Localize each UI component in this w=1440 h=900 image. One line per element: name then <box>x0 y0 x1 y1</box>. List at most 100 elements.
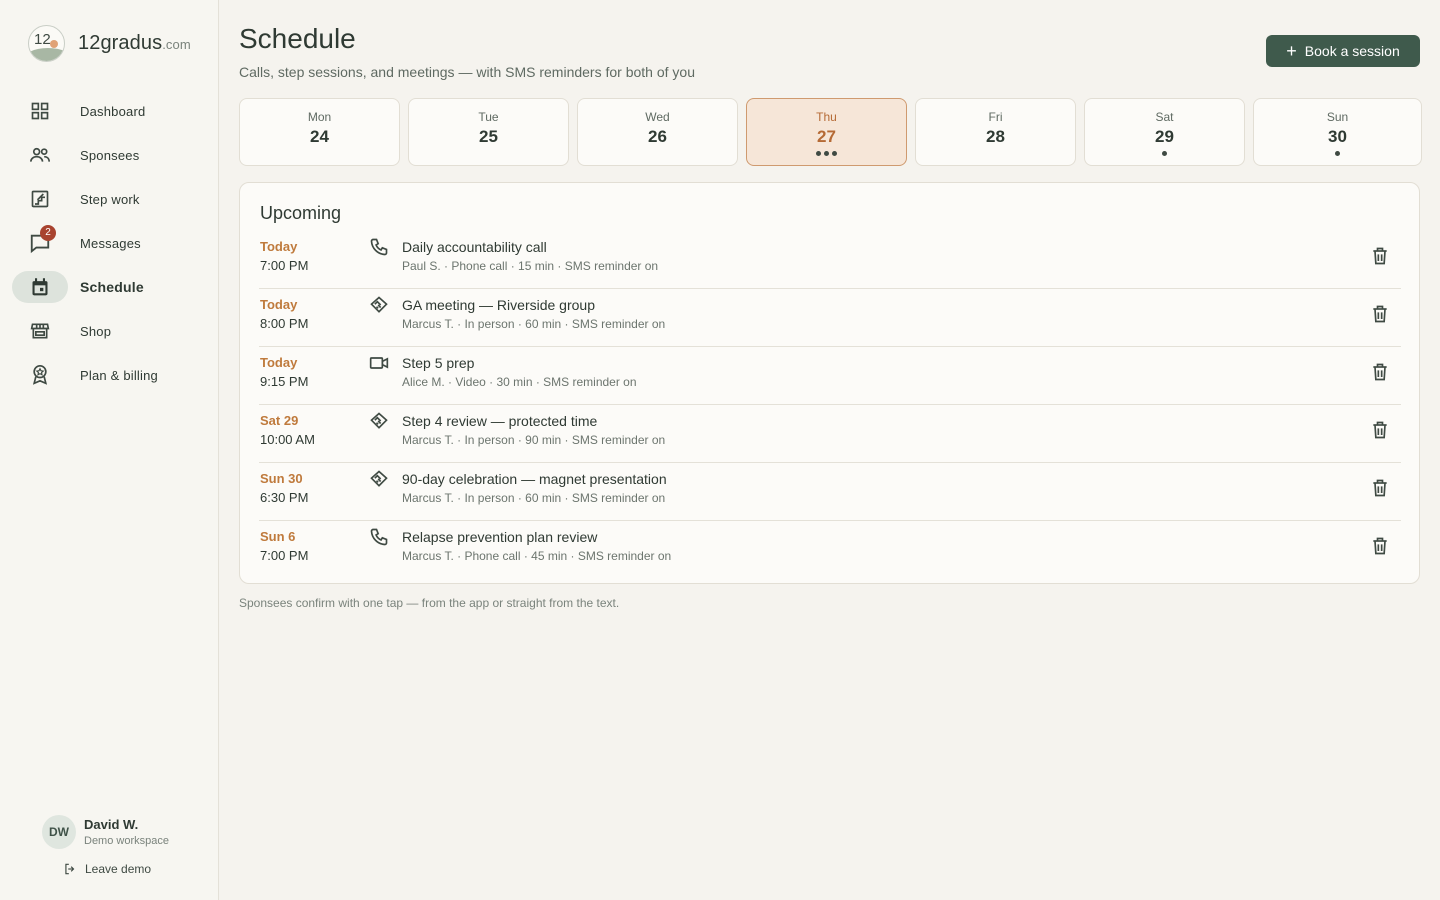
session-meta: Marcus T. · Phone call · 45 min · SMS re… <box>402 549 672 563</box>
day-thu[interactable]: Thu 27 <box>746 98 907 166</box>
trash-icon[interactable] <box>1370 478 1390 498</box>
session-time: 9:15 PM <box>260 374 309 389</box>
sidebar-item-messages[interactable]: 2 Messages <box>12 225 208 259</box>
trash-icon[interactable] <box>1370 304 1390 324</box>
award-icon <box>12 359 68 391</box>
event-dots <box>747 151 906 156</box>
calendar-icon <box>12 271 68 303</box>
session-meta: Alice M. · Video · 30 min · SMS reminder… <box>402 375 637 389</box>
session-day: Today <box>260 297 298 312</box>
sidebar-item-dashboard[interactable]: Dashboard <box>12 95 208 127</box>
session-row[interactable]: Today 7:00 PM Daily accountability call Pau… <box>259 231 1401 289</box>
day-fri[interactable]: Fri 28 <box>915 98 1076 166</box>
session-day: Today <box>260 239 298 254</box>
session-title: Daily accountability call <box>402 239 547 255</box>
sidebar-item-plan-billing[interactable]: Plan & billing <box>12 359 208 391</box>
logo-mark: 12 <box>28 25 65 62</box>
page-subtitle: Calls, step sessions, and meetings — wit… <box>239 64 695 80</box>
logout-icon <box>65 863 75 875</box>
stairs-icon <box>12 183 68 215</box>
event-dot <box>832 151 837 156</box>
sidebar-item-label: Schedule <box>80 279 144 295</box>
session-row[interactable]: Sun 6 7:00 PM Relapse prevention plan revi… <box>259 521 1401 579</box>
handshake-icon <box>369 295 389 315</box>
day-name: Tue <box>478 110 499 124</box>
event-dots <box>1254 151 1421 156</box>
upcoming-list: Today 7:00 PM Daily accountability call Pau… <box>259 231 1401 579</box>
trash-icon[interactable] <box>1370 420 1390 440</box>
chat-icon: 2 <box>12 225 68 259</box>
book-session-button[interactable]: + Book a session <box>1266 35 1420 67</box>
day-tue[interactable]: Tue 25 <box>408 98 569 166</box>
trash-icon[interactable] <box>1370 362 1390 382</box>
day-mon[interactable]: Mon 24 <box>239 98 400 166</box>
user-name: David W. <box>84 817 139 832</box>
event-dot <box>1162 151 1167 156</box>
sidebar-item-schedule[interactable]: Schedule <box>12 271 208 303</box>
week-day-strip: Mon 24 Tue 25 Wed 26 Thu 27 Fri 28 Sat 29 Sun 30 <box>239 98 1422 166</box>
sidebar-item-sponsees[interactable]: Sponsees <box>12 139 208 171</box>
session-row[interactable]: Sat 29 10:00 AM Step 4 review — protected … <box>259 405 1401 463</box>
session-day: Today <box>260 355 298 370</box>
session-title: 90-day celebration — magnet presentation <box>402 471 667 487</box>
plus-icon: + <box>1286 41 1297 61</box>
logo-number: 12 <box>34 31 51 48</box>
session-time: 8:00 PM <box>260 316 309 331</box>
upcoming-title: Upcoming <box>260 203 342 223</box>
sidebar-item-label: Sponsees <box>80 147 140 163</box>
session-day: Sat 29 <box>260 413 299 428</box>
session-title: Step 4 review — protected time <box>402 413 598 429</box>
event-dot <box>824 151 829 156</box>
phone-icon <box>369 237 389 257</box>
leave-demo-label: Leave demo <box>85 862 152 876</box>
people-icon <box>12 139 68 171</box>
sidebar-item-shop[interactable]: Shop <box>12 315 208 347</box>
sidebar-item-step-work[interactable]: Step work <box>12 183 208 215</box>
event-dots <box>1085 151 1244 156</box>
sidebar-item-label: Step work <box>80 191 140 207</box>
upcoming-card: Upcoming Today 7:00 PM Daily accountabilit… <box>239 182 1420 584</box>
video-icon <box>369 353 389 373</box>
day-name: Thu <box>816 110 837 124</box>
session-time: 7:00 PM <box>260 548 309 563</box>
session-meta: Marcus T. · In person · 60 min · SMS rem… <box>402 491 666 505</box>
session-row[interactable]: Sun 30 6:30 PM 90-day celebration — magnet… <box>259 463 1401 521</box>
day-number: 29 <box>1155 127 1174 146</box>
day-number: 24 <box>310 127 329 146</box>
day-number: 25 <box>479 127 498 146</box>
avatar: DW <box>42 815 76 849</box>
day-name: Fri <box>988 110 1003 124</box>
trash-icon[interactable] <box>1370 536 1390 556</box>
day-sat[interactable]: Sat 29 <box>1084 98 1245 166</box>
day-number: 26 <box>648 127 667 146</box>
session-row[interactable]: Today 9:15 PM Step 5 prep Alice M. · Video … <box>259 347 1401 405</box>
book-session-label: Book a session <box>1304 43 1400 59</box>
day-name: Sun <box>1326 110 1349 124</box>
footnote: Sponsees confirm with one tap — from the… <box>239 596 620 610</box>
session-time: 10:00 AM <box>260 432 315 447</box>
session-time: 6:30 PM <box>260 490 309 505</box>
session-day: Sun 6 <box>260 529 296 544</box>
user-workspace: Demo workspace <box>84 835 169 847</box>
user-profile[interactable]: DW David W. Demo workspace <box>42 815 169 849</box>
leave-demo-link[interactable]: Leave demo <box>63 862 151 876</box>
day-number: 27 <box>817 127 836 146</box>
grid-icon <box>12 95 68 127</box>
day-name: Mon <box>307 110 332 124</box>
session-row[interactable]: Today 8:00 PM GA meeting — Riverside group… <box>259 289 1401 347</box>
day-number: 30 <box>1328 127 1347 146</box>
storefront-icon <box>12 315 68 347</box>
event-dot <box>816 151 821 156</box>
session-title: Relapse prevention plan review <box>402 529 598 545</box>
session-title: Step 5 prep <box>402 355 475 371</box>
brand-logo[interactable]: 12 12gradus.com <box>28 25 191 62</box>
day-number: 28 <box>986 127 1005 146</box>
sidebar: 12 12gradus.com Dashboard Sponsees Step wo… <box>0 0 219 900</box>
sidebar-item-label: Messages <box>80 235 141 251</box>
day-wed[interactable]: Wed 26 <box>577 98 738 166</box>
trash-icon[interactable] <box>1370 246 1390 266</box>
handshake-icon <box>369 411 389 431</box>
day-name: Sat <box>1155 110 1174 124</box>
sidebar-item-label: Shop <box>80 323 112 339</box>
day-sun[interactable]: Sun 30 <box>1253 98 1422 166</box>
